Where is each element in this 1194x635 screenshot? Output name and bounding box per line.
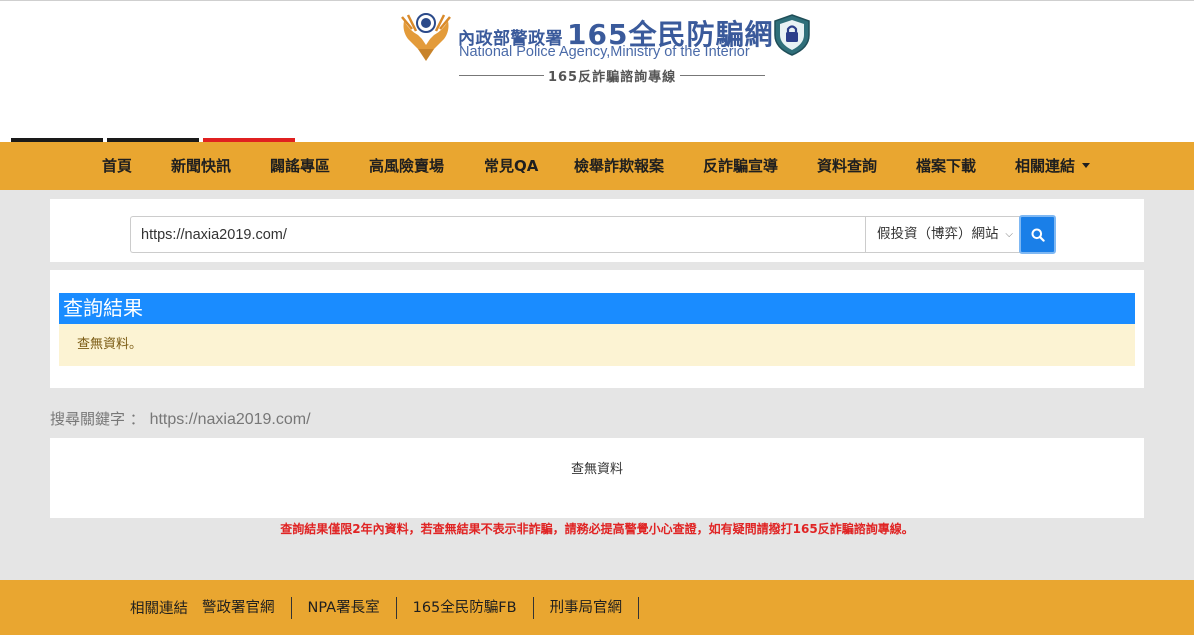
site-logo[interactable]: 內政部警政署 165全民防騙網 National Police Agency,M…: [398, 7, 818, 87]
nav-item-downloads[interactable]: 檔案下載: [916, 142, 976, 190]
search-keyword-line: 搜尋關鍵字 ： https://naxia2019.com/: [50, 408, 311, 429]
footer-link-npa[interactable]: 警政署官網: [202, 596, 292, 619]
keyword-value: https://naxia2019.com/: [149, 411, 311, 428]
footer-label: 相關連結: [130, 601, 188, 617]
nodata-text: 查無資料: [570, 462, 623, 477]
footer-link-165-fb[interactable]: 165全民防騙FB: [397, 596, 534, 619]
search-panel: 假投資（博弈）網站 ⌵: [50, 199, 1144, 262]
nav-item-home[interactable]: 首頁: [102, 142, 132, 190]
nav-item-rumor[interactable]: 闢謠專區: [270, 142, 330, 190]
keyword-label: 搜尋關鍵字 ：: [50, 410, 145, 428]
chevron-down-icon: ⌵: [1005, 229, 1013, 240]
shield-lock-icon: [774, 14, 810, 56]
nav-item-report-fraud[interactable]: 檢舉詐欺報案: [574, 142, 664, 190]
hotline-banner: 165反詐騙諮詢專線: [459, 66, 766, 85]
hotline-text: 165反詐騙諮詢專線: [547, 70, 677, 85]
nav-item-faq[interactable]: 常見QA: [484, 142, 538, 190]
search-input[interactable]: [130, 216, 866, 253]
main-nav: 首頁 新聞快訊 闢謠專區 高風險賣場 常見QA 檢舉詐欺報案 反詐騙宣導 資料查…: [0, 142, 1194, 190]
divider: [680, 75, 766, 76]
agency-name-en: National Police Agency,Ministry of the I…: [459, 44, 750, 60]
nav-item-data-query[interactable]: 資料查詢: [817, 142, 877, 190]
footer-link-npa-director[interactable]: NPA署長室: [292, 596, 397, 619]
nav-item-news[interactable]: 新聞快訊: [171, 142, 231, 190]
result-heading: 查詢結果: [59, 293, 1135, 324]
nodata-panel: 查無資料: [50, 438, 1144, 518]
site-header: 內政部警政署 165全民防騙網 National Police Agency,M…: [0, 0, 1194, 143]
disclaimer-text: 查詢結果僅限2年內資料，若查無結果不表示非詐騙，請務必提高警覺小心查證，如有疑問…: [280, 522, 914, 536]
no-result-alert: 查無資料。: [59, 324, 1135, 366]
divider: [459, 75, 544, 76]
nav-item-related-links[interactable]: 相關連結: [1015, 142, 1091, 190]
result-panel: 查詢結果 查無資料。: [50, 270, 1144, 388]
search-icon: [1031, 228, 1045, 242]
category-select[interactable]: 假投資（博弈）網站 ⌵: [865, 216, 1020, 253]
police-emblem-icon: [401, 13, 451, 61]
category-select-value: 假投資（博弈）網站: [877, 226, 999, 242]
footer-link-cib[interactable]: 刑事局官網: [534, 596, 640, 619]
caret-down-icon: [1082, 163, 1091, 168]
search-button[interactable]: [1019, 215, 1056, 254]
nav-item-anti-fraud-campaign[interactable]: 反詐騙宣導: [703, 142, 778, 190]
nav-item-high-risk-stores[interactable]: 高風險賣場: [369, 142, 444, 190]
footer-links: 相關連結 警政署官網 NPA署長室 165全民防騙FB 刑事局官網: [130, 580, 640, 635]
site-footer: 相關連結 警政署官網 NPA署長室 165全民防騙FB 刑事局官網: [0, 580, 1194, 635]
